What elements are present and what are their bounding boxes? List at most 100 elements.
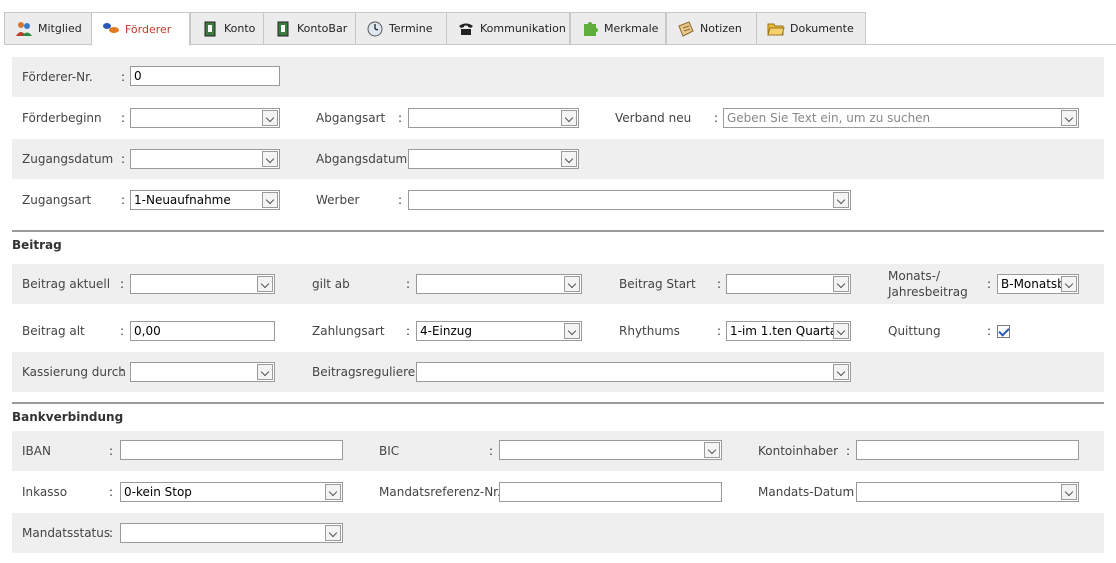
beitrag-start-label: Beitrag Start — [619, 277, 696, 291]
zahlungsart-select[interactable]: 4-Einzug — [416, 321, 582, 341]
beitragsregulierer-select[interactable] — [416, 362, 851, 382]
quittung-checkbox[interactable] — [997, 325, 1010, 338]
chevron-down-icon[interactable] — [564, 276, 580, 292]
quittung-label: Quittung — [888, 324, 941, 338]
chevron-down-icon[interactable] — [257, 364, 273, 380]
foerderer-nr-label: Förderer-Nr. — [22, 70, 93, 84]
colon: : — [398, 111, 403, 125]
section-divider — [12, 230, 1104, 232]
tab-label: Merkmale — [604, 22, 659, 35]
verband-search-select[interactable]: Geben Sie Text ein, um zu suchen — [723, 108, 1079, 128]
tab-label: KontoBar — [297, 22, 348, 35]
colon: : — [398, 193, 403, 207]
colon: : — [109, 485, 114, 499]
row-iban: IBAN : BIC : Kontoinhaber : — [12, 431, 1104, 471]
zugangsdatum-select[interactable] — [130, 149, 280, 169]
zahlungsart-value: 4-Einzug — [420, 324, 473, 338]
colon: : — [109, 444, 114, 458]
tab-kommunikation[interactable]: Kommunikation — [446, 12, 570, 45]
colon: : — [120, 324, 125, 338]
chevron-down-icon[interactable] — [833, 323, 849, 339]
row-foerderbeginn: Förderbeginn : Abgangsart : Verband neu … — [12, 98, 1104, 138]
foerderbeginn-select[interactable] — [130, 108, 280, 128]
inkasso-select[interactable]: 0-kein Stop — [120, 482, 343, 502]
colon: : — [717, 324, 722, 338]
monats-label-1: Monats-/ — [888, 269, 940, 283]
kontoinhaber-label: Kontoinhaber — [758, 444, 839, 458]
colon: : — [714, 111, 719, 125]
tab-label: Konto — [224, 22, 256, 35]
colon: : — [846, 444, 851, 458]
tab-kontobar[interactable]: KontoBar — [263, 12, 356, 45]
colon: : — [987, 277, 992, 291]
chevron-down-icon[interactable] — [833, 192, 849, 208]
section-title-bankverbindung: Bankverbindung — [12, 410, 124, 424]
monats-jahresbeitrag-select[interactable]: B-Monatsb — [997, 274, 1079, 294]
beitrag-alt-input[interactable]: 0,00 — [130, 321, 275, 341]
chevron-down-icon[interactable] — [1061, 110, 1077, 126]
kassierung-select[interactable] — [130, 362, 275, 382]
chevron-down-icon[interactable] — [262, 151, 278, 167]
chevron-down-icon[interactable] — [1061, 276, 1077, 292]
chevron-down-icon[interactable] — [262, 192, 278, 208]
beitragsregulierer-label: Beitragsregulierer: — [312, 365, 424, 379]
abgangsdatum-select[interactable] — [408, 149, 579, 169]
folder-icon — [767, 21, 785, 37]
row-beitrag-alt: Beitrag alt : 0,00 Zahlungsart : 4-Einzu… — [12, 311, 1104, 351]
row-zugangsdatum: Zugangsdatum : Abgangsdatum: — [12, 139, 1104, 179]
iban-label: IBAN — [22, 444, 51, 458]
foerderbeginn-label-text: Förderbeginn — [22, 111, 102, 125]
bic-select[interactable] — [499, 440, 722, 460]
rhythmus-select[interactable]: 1-im 1.ten Quartal — [726, 321, 851, 341]
chevron-down-icon[interactable] — [704, 442, 720, 458]
tab-notizen[interactable]: Notizen — [666, 12, 757, 45]
beitrag-aktuell-select[interactable] — [130, 274, 275, 294]
zugangsart-select[interactable]: 1-Neuaufnahme — [130, 190, 280, 210]
clock-icon — [366, 21, 384, 37]
mandatsstatus-select[interactable] — [120, 523, 343, 543]
tab-termine[interactable]: Termine — [355, 12, 447, 45]
tab-merkmale[interactable]: Merkmale — [570, 12, 666, 45]
chevron-down-icon[interactable] — [833, 276, 849, 292]
mandatsstatus-label: Mandatsstatus — [22, 526, 111, 540]
kontoinhaber-input[interactable] — [856, 440, 1079, 460]
mandatsreferenz-label: Mandatsreferenz-Nr.: — [379, 485, 505, 499]
chevron-down-icon[interactable] — [1061, 484, 1077, 500]
colon: : — [717, 277, 722, 291]
members-icon — [15, 21, 33, 37]
beitrag-start-select[interactable] — [726, 274, 851, 294]
chevron-down-icon[interactable] — [564, 323, 580, 339]
chevron-down-icon[interactable] — [561, 151, 577, 167]
inkasso-label: Inkasso — [22, 485, 68, 499]
tab-dokumente[interactable]: Dokumente — [756, 12, 866, 45]
row-kassierung: Kassierung durch : Beitragsregulierer: — [12, 352, 1104, 392]
notes-icon — [677, 20, 695, 37]
colon: : — [406, 277, 411, 291]
zugangsart-label: Zugangsart — [22, 193, 92, 207]
mandats-datum-select[interactable] — [856, 482, 1079, 502]
rhythmus-value: 1-im 1.ten Quartal — [730, 324, 841, 338]
colon: : — [406, 324, 411, 338]
abgangsart-label: Abgangsart — [316, 111, 386, 125]
chevron-down-icon[interactable] — [257, 276, 273, 292]
monats-value: B-Monatsb — [1001, 277, 1065, 291]
foerderer-nr-input[interactable]: 0 — [130, 66, 280, 86]
iban-input[interactable] — [120, 440, 343, 460]
abgangsart-select[interactable] — [408, 108, 579, 128]
tab-label: Förderer — [125, 22, 172, 36]
tab-foerderer[interactable]: Förderer — [91, 12, 190, 46]
chevron-down-icon[interactable] — [262, 110, 278, 126]
monats-label-2: Jahresbeitrag — [888, 285, 968, 299]
zugangsart-value: 1-Neuaufnahme — [134, 193, 231, 207]
chevron-down-icon[interactable] — [325, 525, 341, 541]
chevron-down-icon[interactable] — [325, 484, 341, 500]
tab-label: Termine — [389, 22, 433, 35]
chevron-down-icon[interactable] — [561, 110, 577, 126]
tab-mitglied[interactable]: Mitglied — [4, 12, 92, 45]
colon: : — [121, 152, 126, 166]
chevron-down-icon[interactable] — [833, 364, 849, 380]
mandatsreferenz-input[interactable] — [499, 482, 722, 502]
gilt-ab-select[interactable] — [416, 274, 582, 294]
tab-konto[interactable]: Konto — [190, 12, 264, 45]
werber-select[interactable] — [408, 190, 851, 210]
